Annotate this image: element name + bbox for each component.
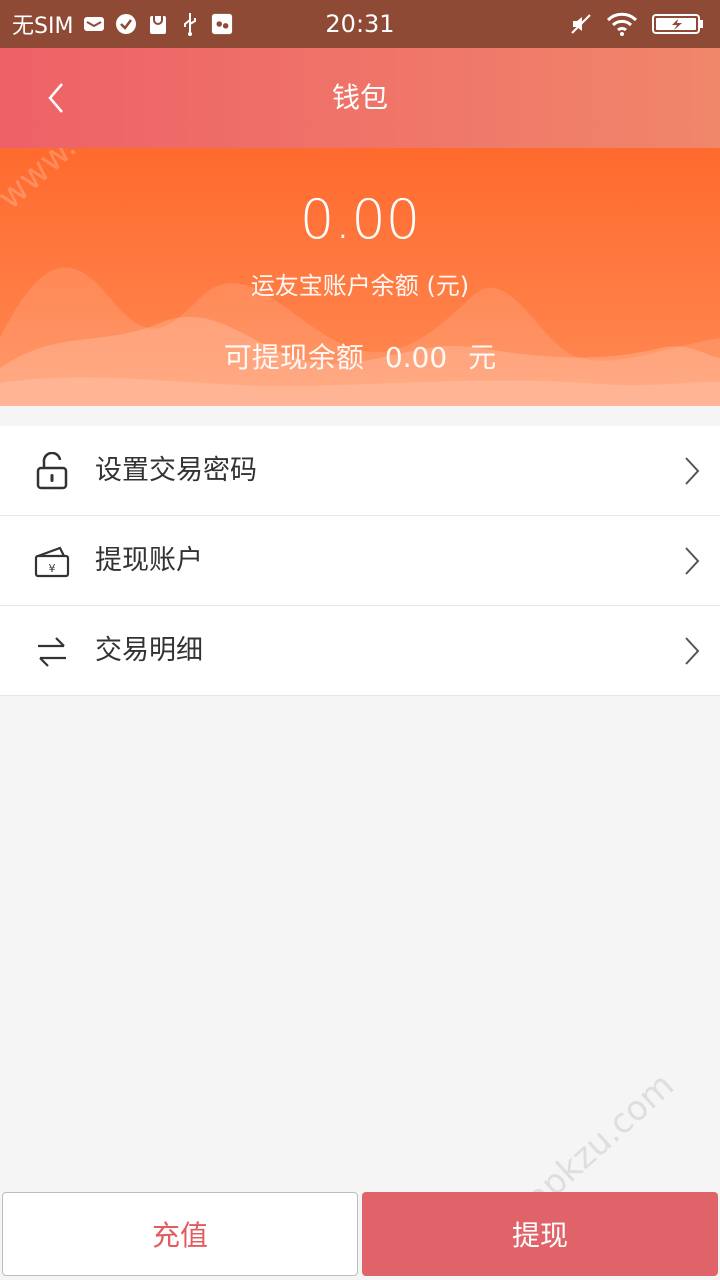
- withdrawable-balance: 可提现余额 0.00 元: [0, 336, 720, 376]
- mute-icon: [570, 13, 592, 35]
- back-button[interactable]: [30, 72, 82, 124]
- transfer-icon: [38, 637, 66, 667]
- menu-label: 设置交易密码: [95, 455, 257, 486]
- app-notification-icon: [211, 13, 233, 35]
- withdrawable-unit: 元: [468, 341, 497, 374]
- card-icon: ¥: [34, 546, 70, 578]
- menu-item-transaction-details[interactable]: 交易明细: [0, 606, 720, 696]
- status-left: 无SIM: [12, 0, 233, 48]
- svg-text:¥: ¥: [49, 562, 56, 575]
- recharge-button[interactable]: 充值: [2, 1192, 358, 1276]
- lock-icon: [36, 452, 68, 490]
- status-bar: 无SIM 20:31: [0, 0, 720, 48]
- chevron-left-icon: [48, 83, 63, 113]
- check-circle-icon: [115, 13, 137, 35]
- status-right: [570, 0, 704, 48]
- menu-label: 交易明细: [95, 635, 203, 666]
- battery-charging-icon: [652, 13, 704, 35]
- nav-bar: 钱包: [0, 48, 720, 148]
- carrier-text: 无SIM: [12, 14, 74, 39]
- message-icon: [83, 13, 105, 35]
- bag-icon: [147, 13, 169, 35]
- menu-item-withdraw-account[interactable]: ¥ 提现账户: [0, 516, 720, 606]
- menu-item-set-password[interactable]: 设置交易密码: [0, 426, 720, 516]
- page-title: 钱包: [331, 81, 388, 114]
- chevron-right-icon: [685, 547, 700, 575]
- wifi-icon: [606, 12, 638, 36]
- bottom-actions: 充值 提现: [0, 1190, 720, 1280]
- balance-amount: 0.00: [299, 188, 421, 251]
- chevron-right-icon: [685, 457, 700, 485]
- chevron-right-icon: [685, 637, 700, 665]
- withdrawable-amount: 0.00: [384, 341, 448, 374]
- menu-label: 提现账户: [95, 545, 203, 576]
- usb-icon: [179, 13, 201, 36]
- withdrawable-label: 可提现余额: [223, 341, 364, 374]
- balance-card: 0.00 运友宝账户余额 (元) 可提现余额 0.00 元 www.apkzu.…: [0, 148, 720, 406]
- balance-label: 运友宝账户余额 (元): [250, 272, 470, 300]
- wallet-menu: 设置交易密码 ¥ 提现账户 交易明细: [0, 426, 720, 696]
- withdraw-button[interactable]: 提现: [362, 1192, 718, 1276]
